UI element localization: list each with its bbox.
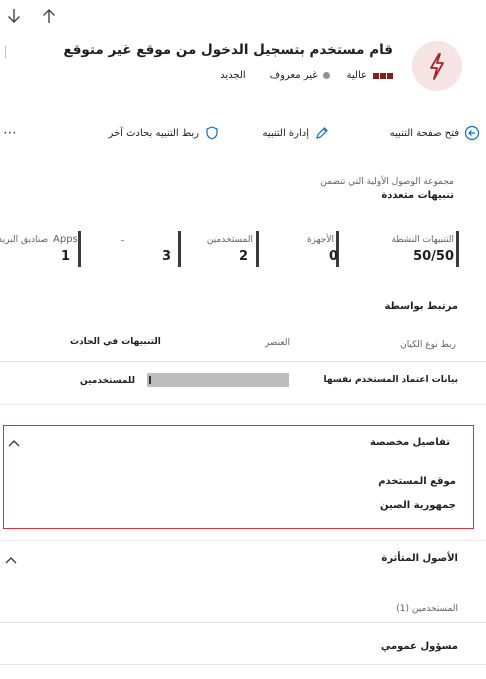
count-badge bbox=[149, 376, 151, 384]
redacted-value bbox=[147, 373, 289, 387]
arrow-down-icon bbox=[8, 9, 20, 23]
manage-alert-button[interactable]: إدارة التنبيه bbox=[230, 124, 330, 142]
stat-unlabeled-tick bbox=[121, 240, 124, 241]
stat-users-value: 2 bbox=[239, 249, 249, 264]
correlated-row-suffix: للمستخدمين bbox=[80, 376, 135, 386]
collapse-impacted-assets-button[interactable] bbox=[4, 551, 18, 564]
collapse-custom-details-button[interactable] bbox=[7, 434, 21, 447]
status-dot bbox=[322, 72, 330, 79]
chevron-up-icon bbox=[8, 440, 20, 447]
group-caption: مجموعة الوصول الأولية التي تتضمن bbox=[320, 177, 454, 187]
severity-label: عالية bbox=[346, 70, 367, 81]
correlated-title: مرتبط بواسطة bbox=[384, 301, 458, 312]
user-location-value: جمهورية الصين bbox=[380, 500, 456, 511]
severity-indicator bbox=[372, 72, 393, 79]
lightning-icon bbox=[430, 53, 444, 80]
alert-type-icon bbox=[412, 41, 462, 91]
correlated-row-label: بيانات اعتماد المستخدم نفسها bbox=[323, 375, 458, 385]
custom-details-title: تفاصيل مخصصة bbox=[369, 437, 450, 448]
impacted-users-count[interactable]: المستخدمين (1) bbox=[396, 604, 458, 614]
owner-title: مسؤول عمومي bbox=[380, 641, 458, 652]
open-alert-page-button[interactable]: فتح صفحة التنبيه bbox=[360, 124, 480, 142]
stat-mailboxes-value: 1 bbox=[61, 249, 71, 264]
arrow-up-icon bbox=[43, 9, 55, 23]
stat-mailboxes-label: صناديق البريد bbox=[0, 235, 49, 245]
alert-meta: عالية غير معروف الجديد bbox=[220, 70, 393, 81]
stat-apps-label: Apps bbox=[53, 234, 78, 245]
impacted-assets-title: الأصول المتأثرة bbox=[381, 553, 458, 564]
more-actions-button[interactable]: ⋯ bbox=[3, 125, 17, 141]
user-location-label: موقع المستخدم bbox=[378, 476, 456, 487]
stat-active-alerts-value: 50/50 bbox=[413, 249, 454, 264]
shield-icon bbox=[206, 126, 218, 140]
correlated-col-item: العنصر bbox=[264, 338, 290, 348]
navigate-down-button[interactable] bbox=[5, 7, 23, 25]
chevron-up-icon bbox=[5, 557, 17, 564]
navigate-up-button[interactable] bbox=[40, 7, 58, 25]
stat-users-label: المستخدمين bbox=[206, 235, 253, 245]
link-to-incident-label: ربط التنبيه بحادث آخر bbox=[108, 127, 199, 139]
correlated-col-alerts: التنبيهات في الحادث bbox=[70, 337, 161, 347]
arrow-circle-icon bbox=[464, 125, 480, 141]
link-to-incident-button[interactable]: ربط التنبيه بحادث آخر bbox=[100, 124, 220, 142]
correlated-col-entity: ربط نوع الكيان bbox=[400, 340, 456, 350]
stat-active-alerts-label: التنبيهات النشطة bbox=[391, 235, 454, 245]
pencil-icon bbox=[316, 127, 328, 139]
alert-title: قام مستخدم بتسجيل الدخول من موقع غير متو… bbox=[63, 42, 393, 58]
left-edge-tick bbox=[5, 46, 6, 58]
group-title: تنبيهات متعددة bbox=[381, 190, 454, 201]
stat-unlabeled-value: 3 bbox=[162, 249, 172, 264]
stat-devices-label: الأجهزة bbox=[306, 235, 334, 245]
open-alert-page-label: فتح صفحة التنبيه bbox=[389, 127, 459, 139]
classification-label: الجديد bbox=[220, 70, 246, 81]
manage-alert-label: إدارة التنبيه bbox=[262, 127, 309, 139]
stat-devices-value: 0 bbox=[329, 249, 339, 264]
status-label: غير معروف bbox=[269, 70, 318, 81]
